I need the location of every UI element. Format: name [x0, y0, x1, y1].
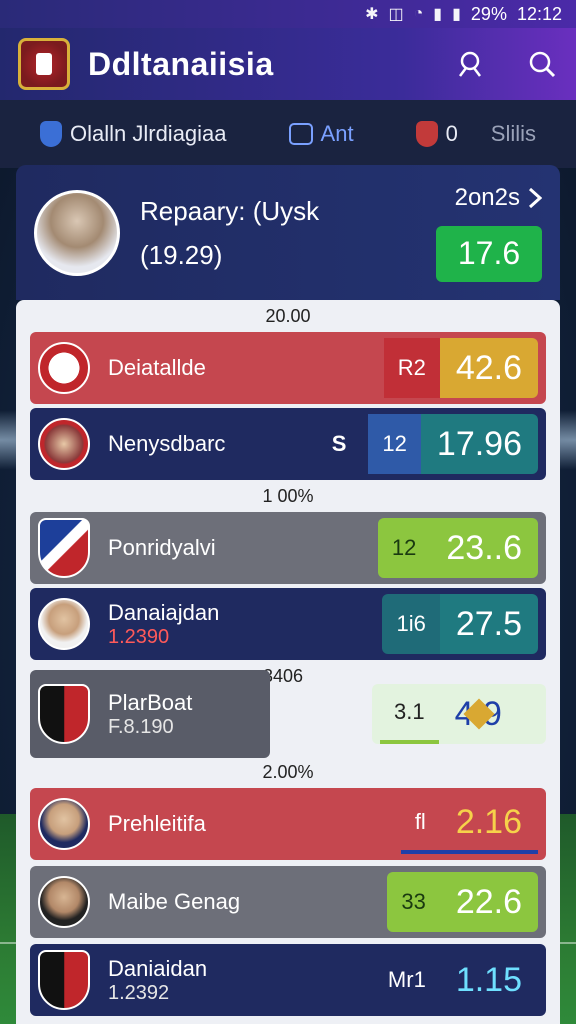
list-item[interactable]: Prehleitifa fl 2.16 — [30, 788, 546, 860]
player-avatar — [34, 189, 120, 276]
row-name: Daniaidan — [108, 955, 208, 981]
crest-icon — [415, 121, 438, 147]
row-rating: 42.6 — [439, 338, 538, 398]
player-avatar — [38, 598, 90, 650]
tab-ant-label: Ant — [320, 121, 354, 146]
team-shield-logo — [38, 950, 90, 1010]
featured-player-card[interactable]: Repaary: (Uysk (19.29) 2on2s 17.6 — [16, 165, 560, 300]
club-crest-logo — [18, 38, 70, 90]
tab-stats-label: Slilis — [490, 121, 536, 146]
signal-icon-2: ▮ — [452, 6, 461, 23]
row-rating: 17.96 — [420, 414, 538, 474]
list-item[interactable]: PlarBoat F.8.190 — [30, 670, 270, 758]
player-avatar — [38, 798, 90, 850]
row-subtitle: F.8.190 — [108, 715, 174, 738]
team-logo — [38, 342, 90, 394]
row-rating: 1.15 — [455, 960, 522, 999]
row-name: Nenysdbarc — [108, 431, 226, 456]
row-stat: 33 — [387, 872, 440, 932]
section-label: 2.00% — [262, 762, 314, 782]
team-shield-logo — [38, 518, 90, 578]
row-name: Danaiajdan — [108, 599, 220, 625]
section-label: 1 00% — [262, 486, 314, 506]
row-subtitle: 1.2390 — [108, 625, 170, 648]
vibrate-icon: ◫ — [388, 6, 404, 23]
list-item[interactable]: Danaiajdan 1.2390 1i6 27.5 — [30, 588, 546, 660]
list-item[interactable]: Nenysdbarc S 12 17.96 — [30, 408, 546, 480]
sub-navigation: Olalln Jlrdiagiaa Ant 0 Slilis — [0, 100, 576, 168]
row-name: Deiatallde — [108, 355, 206, 380]
rankings-panel: 20.00 Deiatallde R2 42.6 Nenysdbarc S 12… — [16, 300, 560, 1024]
tab-count-label: 0 — [445, 121, 458, 146]
featured-score-link[interactable]: 2on2s — [455, 184, 542, 212]
user-search-icon[interactable] — [454, 48, 486, 80]
list-item[interactable]: Ponridyalvi 12 23..6 — [30, 512, 546, 584]
row-stat: Mr1 — [387, 967, 426, 992]
section-label: 20.00 — [265, 306, 311, 326]
battery-level: 29% — [470, 3, 507, 24]
list-item[interactable]: Maibe Genag 33 22.6 — [30, 866, 546, 938]
tab-overview[interactable]: Olalln Jlrdiagiaa — [40, 121, 227, 147]
row-stat: 12 — [377, 518, 431, 578]
shield-icon — [40, 121, 62, 147]
app-title: Ddltanaiisia — [88, 45, 274, 82]
row-name: PlarBoat — [108, 689, 193, 715]
list-item[interactable]: Deiatallde R2 42.6 — [30, 332, 546, 404]
tab-stats[interactable]: Slilis — [491, 121, 536, 147]
featured-stat: (19.29) — [140, 239, 223, 270]
clock: 12:12 — [516, 3, 562, 24]
app-header: Ddltanaiisia — [0, 28, 576, 100]
tab-overview-label: Olalln Jlrdiagiaa — [70, 121, 227, 146]
bluetooth-icon: ✱ — [365, 6, 379, 23]
row-stat: 1i6 — [382, 594, 440, 654]
bag-icon — [288, 123, 313, 145]
row-name: Maibe Genag — [108, 889, 241, 914]
signal-icon: ▮ — [433, 6, 443, 23]
team-shield-logo — [38, 684, 90, 744]
row-stat: fl — [414, 809, 426, 834]
featured-rating-badge: 17.6 — [436, 225, 542, 282]
row-rating: 22.6 — [439, 872, 538, 932]
row-subtitle: 1.2392 — [108, 981, 170, 1004]
search-icon[interactable] — [526, 48, 558, 80]
row-stat: R2 — [383, 338, 440, 398]
status-bar: ✱ ◫ ◔ ▮ ▮ 29% 12:12 — [0, 0, 576, 28]
list-item-stats[interactable]: 3.1 4 9 — [372, 684, 546, 744]
tab-count[interactable]: 0 — [415, 121, 458, 147]
row-rating: 23..6 — [430, 518, 538, 578]
player-avatar — [38, 876, 90, 928]
row-rating: 2.16 — [455, 802, 522, 841]
row-name: Ponridyalvi — [108, 535, 216, 560]
player-avatar — [38, 418, 90, 470]
tab-ant[interactable]: Ant — [288, 121, 354, 147]
featured-score: 2on2s — [454, 183, 520, 211]
wifi-icon: ◔ — [413, 5, 424, 22]
row-rating: 27.5 — [439, 594, 538, 654]
row-stat: 3.1 — [380, 684, 439, 744]
chevron-right-icon — [528, 187, 542, 208]
row-stat: 12 — [368, 414, 421, 474]
row-mark: S — [331, 431, 347, 456]
featured-name: Repaary: (Uysk — [140, 195, 320, 226]
row-name: Prehleitifa — [108, 811, 206, 836]
list-item[interactable]: Daniaidan 1.2392 Mr1 1.15 — [30, 944, 546, 1016]
